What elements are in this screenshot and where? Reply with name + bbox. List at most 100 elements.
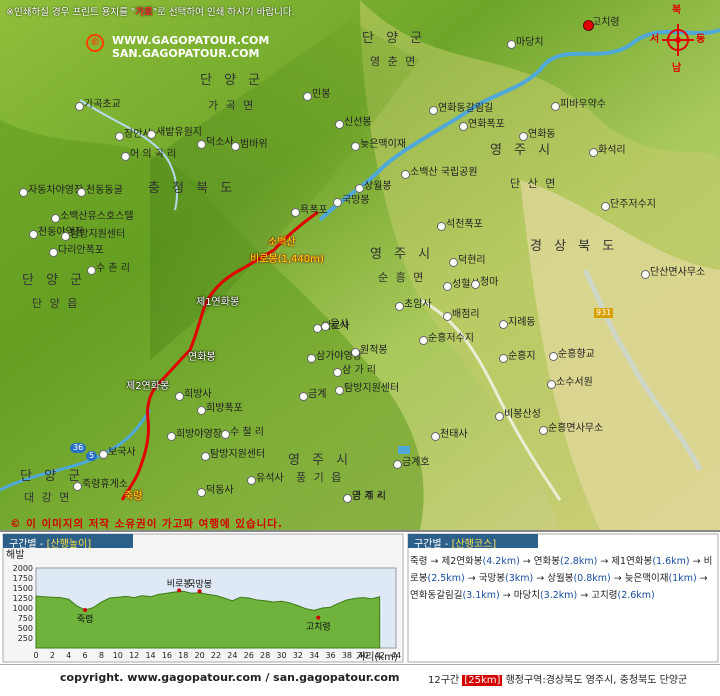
region-label: 영 주 시 (288, 453, 353, 468)
x-tick-label: 26 (244, 651, 254, 660)
place-label: 순흥저수지 (428, 333, 474, 344)
place-marker-icon (335, 386, 344, 395)
place-label: 석천폭포 (446, 219, 483, 230)
annotation-label: 국망봉 (187, 579, 212, 590)
course-arrow-icon: → (499, 590, 514, 601)
elevation-panel-header: 구간별 - [산행높이] (3, 534, 133, 550)
course-step: 국망봉(3km) (479, 573, 533, 584)
place-marker-icon (87, 266, 96, 275)
place-label: 연화동 (528, 129, 556, 140)
place-label: 덕현리 (458, 255, 486, 266)
site-url-2[interactable]: SAN.GAGOPATOUR.COM (112, 47, 269, 60)
course-step: 죽령 (410, 556, 427, 567)
place-label: 탐방지원센터 (210, 449, 266, 460)
place-label: 보국사 (108, 447, 136, 458)
place-marker-icon (77, 188, 86, 197)
place-marker-icon (419, 336, 428, 345)
place-marker-icon (507, 40, 516, 49)
place-marker-icon (443, 312, 452, 321)
x-tick-label: 30 (276, 651, 286, 660)
place-marker-icon (395, 302, 404, 311)
course-step-distance: (3.1km) (462, 590, 500, 601)
course-step: 연화봉(2.8km) (534, 556, 598, 567)
place-marker-icon (121, 152, 130, 161)
elevation-xunit: (km) (374, 652, 398, 663)
footer-url[interactable]: copyright. www.gagopatour.com / san.gago… (60, 671, 399, 684)
place-marker-icon (449, 258, 458, 267)
place-label: 삼 가 리 (342, 365, 376, 376)
place-label: 탐방지원센터 (70, 229, 126, 240)
place-marker-icon (299, 392, 308, 401)
place-label: 순흥향교 (558, 349, 595, 360)
site-url-1[interactable]: WWW.GAGOPATOUR.COM (112, 34, 269, 47)
place-label: 천동동굴 (86, 185, 123, 196)
x-tick-label: 22 (211, 651, 221, 660)
print-notice: ※인쇄하실 경우 프린트 용지를 "가로"로 선택하여 인쇄 하시기 바랍니다. (6, 4, 295, 18)
course-step-name: 제1연화봉 (611, 556, 653, 567)
place-marker-icon (589, 148, 598, 157)
elevation-header-title: [산행높이] (46, 539, 92, 550)
x-tick-label: 18 (178, 651, 188, 660)
place-marker-icon (335, 120, 344, 129)
notice-highlight: 가로 (135, 7, 153, 18)
place-marker-icon (549, 352, 558, 361)
x-tick-label: 36 (325, 651, 335, 660)
place-label: 배점리 (452, 309, 480, 320)
course-step: 늦은맥이재(1km) (625, 573, 697, 584)
y-tick-label: 1000 (13, 604, 33, 613)
place-marker-icon (443, 282, 452, 291)
x-tick-label: 16 (162, 651, 172, 660)
place-label: 고치령 (592, 17, 620, 28)
y-tick-label: 500 (18, 624, 33, 633)
notice-suffix: "로 선택하여 인쇄 하시기 바랍니다. (152, 7, 295, 18)
place-marker-icon (307, 354, 316, 363)
place-label: 희방야영장 (176, 429, 222, 440)
place-marker-icon (499, 320, 508, 329)
copyright-icon: © (86, 34, 104, 52)
x-tick-label: 6 (83, 651, 88, 660)
course-arrow-icon: → (689, 556, 704, 567)
course-step-name: 늦은맥이재 (624, 573, 669, 584)
place-marker-icon (175, 392, 184, 401)
place-label: 금 계 리 (352, 491, 386, 502)
compass-south: 남 (672, 63, 682, 74)
place-label: 순흥지 (508, 351, 536, 362)
elevation-header-prefix: 구간별 - (9, 539, 47, 550)
y-tick-label: 250 (18, 634, 33, 643)
place-label: 수 철 리 (230, 427, 264, 438)
place-label: 연화폭포 (468, 119, 505, 130)
place-marker-icon (321, 322, 330, 331)
course-step-name: 국망봉 (478, 573, 505, 584)
place-marker-icon (333, 198, 342, 207)
place-label: 소백산 국립공원 (410, 167, 478, 178)
course-step-distance: (1.6km) (652, 556, 690, 567)
x-tick-label: 32 (293, 651, 303, 660)
place-label: 희방사 (184, 389, 212, 400)
course-step-distance: (4.2km) (482, 556, 520, 567)
x-tick-label: 34 (309, 651, 319, 660)
place-label: 청마 (480, 277, 499, 288)
annotation-marker (83, 608, 88, 612)
place-label: 자동차야영장 (28, 185, 84, 196)
place-marker-icon (551, 102, 560, 111)
course-step-name: 연화봉 (533, 556, 561, 567)
course-step-name: 상월봉 (547, 573, 574, 584)
compass-west: 서 (650, 34, 660, 45)
place-marker-icon (201, 452, 210, 461)
course-step: 연화동갈림길(3.1km) (410, 590, 500, 601)
place-marker-icon (247, 476, 256, 485)
x-tick-label: 24 (227, 651, 237, 660)
place-marker-icon (539, 426, 548, 435)
place-marker-icon (73, 482, 82, 491)
place-label: 연화동갈림길 (438, 103, 494, 114)
course-step: 고치령(2.6km) (591, 590, 655, 601)
place-marker-icon (147, 130, 156, 139)
course-step-distance: (2.6km) (617, 590, 655, 601)
place-marker-icon (437, 222, 446, 231)
course-arrow-icon: → (464, 573, 479, 584)
lake-geumgye (398, 446, 410, 454)
place-marker-icon (499, 354, 508, 363)
course-step-distance: (0.8km) (573, 573, 611, 584)
place-marker-icon (167, 432, 176, 441)
region-label: 영 주 시 (370, 247, 435, 262)
